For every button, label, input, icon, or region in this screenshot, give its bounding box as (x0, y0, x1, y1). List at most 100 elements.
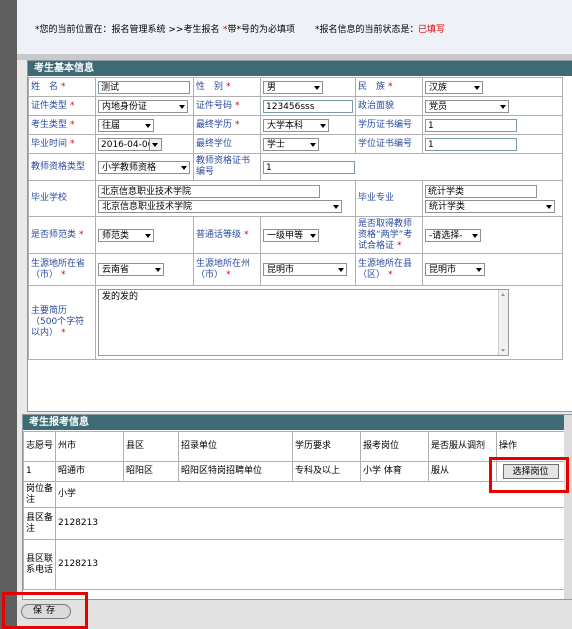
basic-info-form: 姓 名 * 测试 性 别 * 男 民 族 * 汉族 证件类型 * 内地身份证 证件号码 *… (28, 77, 564, 360)
id-number-label: 证件号码 * (193, 96, 261, 116)
chevron-down-icon (145, 123, 151, 128)
cell-unit: 昭阳区特岗招聘单位 (178, 461, 293, 482)
th-obey: 是否服从调剂 (428, 431, 497, 462)
degree-label: 最终学位 (193, 134, 261, 154)
chevron-down-icon (476, 268, 483, 272)
education-select[interactable]: 大学本科 (263, 118, 329, 132)
political-select[interactable]: 党员 (425, 99, 510, 113)
basic-info-section: 考生基本信息 姓 名 * 测试 性 别 * 男 民 族 * 汉族 证件类型 * 内地身份… (27, 60, 572, 412)
two-learn-cert-label: 是否取得教师资格“两学”考试合格证 * (355, 216, 424, 254)
cell-prefecture: 昭通市 (55, 461, 124, 482)
chevron-down-icon (314, 85, 320, 90)
origin-prefecture-label: 生源地所在州（市） * (193, 253, 261, 286)
county-phone-label: 县区联系电话 (23, 539, 56, 590)
chevron-down-icon (320, 123, 326, 128)
state-value: 已填写 (418, 25, 446, 35)
chevron-down-icon (474, 85, 481, 90)
origin-prefecture-select[interactable]: 昆明市 (263, 263, 347, 276)
chevron-down-icon (179, 104, 185, 109)
degree-select[interactable]: 学士 (263, 137, 319, 151)
highlight-box-choose-post (489, 457, 569, 493)
major-label: 毕业专业 (355, 180, 424, 217)
county-phone-value: 2128213 (55, 539, 565, 590)
ethnicity-select[interactable]: 汉族 (425, 80, 484, 94)
chevron-down-icon (181, 165, 187, 170)
chevron-down-icon (145, 233, 151, 238)
left-frame-bar (0, 0, 17, 629)
normal-major-label: 是否师范类 * (28, 216, 96, 254)
location-text: *您的当前位置在：报名管理系统 >>考生报名 (35, 25, 220, 35)
id-type-select[interactable]: 内地身份证 (98, 99, 188, 113)
degree-cert-no-input[interactable]: 1 (425, 137, 518, 151)
resume-textarea[interactable]: 发的发的 (98, 289, 509, 356)
th-unit: 招录单位 (178, 431, 293, 462)
chevron-down-icon (472, 233, 479, 238)
apply-info-section: 考生报考信息 志愿号 州市 县区 招录单位 学历要求 报考岗位 是否服从调剂 操… (22, 414, 572, 600)
ethnicity-label: 民 族 * (355, 77, 424, 97)
mandarin-label: 普通话等级 * (193, 216, 261, 254)
cell-post: 小学 体育 (360, 461, 429, 482)
degree-cert-no-label: 学位证书编号 (355, 134, 424, 154)
cell-edu-req: 专科及以上 (292, 461, 361, 482)
chevron-down-icon (310, 233, 316, 238)
id-type-label: 证件类型 * (28, 96, 96, 116)
highlight-box-save (2, 592, 88, 629)
apply-info-title: 考生报考信息 (23, 415, 572, 430)
county-note-value: 2128213 (55, 507, 565, 540)
name-label: 姓 名 * (28, 77, 96, 97)
th-post: 报考岗位 (360, 431, 429, 462)
th-edu-req: 学历要求 (292, 431, 361, 462)
school-select[interactable]: 北京信息职业技术学院 (98, 199, 342, 213)
apply-table: 志愿号 州市 县区 招录单位 学历要求 报考岗位 是否服从调剂 操作 1 昭通市… (23, 431, 565, 590)
chevron-down-icon (333, 204, 339, 209)
school-label: 毕业学校 (28, 180, 96, 217)
edu-cert-no-input[interactable]: 1 (425, 118, 518, 132)
footer-bar (17, 600, 572, 629)
origin-county-select[interactable]: 昆明市 (425, 263, 486, 276)
resume-label: 主要简历（500个字符以内） * (28, 285, 96, 360)
required-note: *带*号的为必填项 (223, 25, 296, 35)
cell-choice-no: 1 (23, 461, 56, 482)
chevron-down-icon (338, 268, 344, 272)
teacher-cert-type-select[interactable]: 小学教师资格 (98, 160, 190, 174)
political-label: 政治面貌 (355, 96, 424, 116)
th-county: 县区 (123, 431, 179, 462)
chevron-down-icon (546, 204, 553, 209)
textarea-scrollbar[interactable] (498, 290, 508, 355)
county-note-label: 县区备注 (23, 507, 56, 540)
grad-date-input[interactable]: 2016-04-06 (98, 137, 162, 151)
teacher-cert-no-input[interactable]: 1 (263, 160, 355, 174)
origin-county-label: 生源地所在县（区） * (355, 253, 424, 286)
candidate-type-label: 考生类型 * (28, 115, 96, 135)
normal-major-select[interactable]: 师范类 (98, 228, 154, 242)
school-input[interactable]: 北京信息职业技术学院 (98, 184, 320, 198)
teacher-cert-no-label: 教师资格证书编号 (193, 153, 261, 181)
gender-select[interactable]: 男 (263, 80, 323, 94)
status-bar: *您的当前位置在：报名管理系统 >>考生报名 *带*号的为必填项 *报名信息的当… (17, 0, 572, 54)
chevron-down-icon (310, 142, 316, 147)
candidate-type-select[interactable]: 往届 (98, 118, 154, 132)
chevron-down-icon (155, 268, 161, 272)
post-note-label: 岗位备注 (23, 481, 56, 508)
th-choice-no: 志愿号 (23, 431, 56, 462)
education-label: 最终学历 * (193, 115, 261, 135)
edu-cert-no-label: 学历证书编号 (355, 115, 424, 135)
mandarin-select[interactable]: 一级甲等 (263, 228, 319, 242)
th-prefecture: 州市 (55, 431, 124, 462)
table-row: 1 昭通市 昭阳区 昭阳区特岗招聘单位 专科及以上 小学 体育 服从 选择岗位 (23, 461, 565, 482)
page: *您的当前位置在：报名管理系统 >>考生报名 *带*号的为必填项 *报名信息的当… (17, 0, 572, 629)
major-input[interactable]: 统计学类 (425, 184, 538, 198)
basic-info-title: 考生基本信息 (28, 61, 572, 76)
name-input[interactable]: 测试 (98, 80, 190, 94)
cell-county: 昭阳区 (123, 461, 179, 482)
apply-scrollbar[interactable] (564, 415, 572, 599)
calendar-dropdown-icon[interactable] (149, 138, 161, 150)
major-select[interactable]: 统计学类 (425, 199, 556, 213)
gender-label: 性 别 * (193, 77, 261, 97)
origin-province-label: 生源地所在省（市） * (28, 253, 96, 286)
two-learn-cert-select[interactable]: -请选择- (425, 228, 482, 242)
teacher-cert-type-label: 教师资格类型 (28, 153, 96, 181)
id-number-input[interactable]: 123456sss (263, 99, 353, 113)
chevron-down-icon (500, 104, 507, 109)
origin-province-select[interactable]: 云南省 (98, 263, 164, 276)
